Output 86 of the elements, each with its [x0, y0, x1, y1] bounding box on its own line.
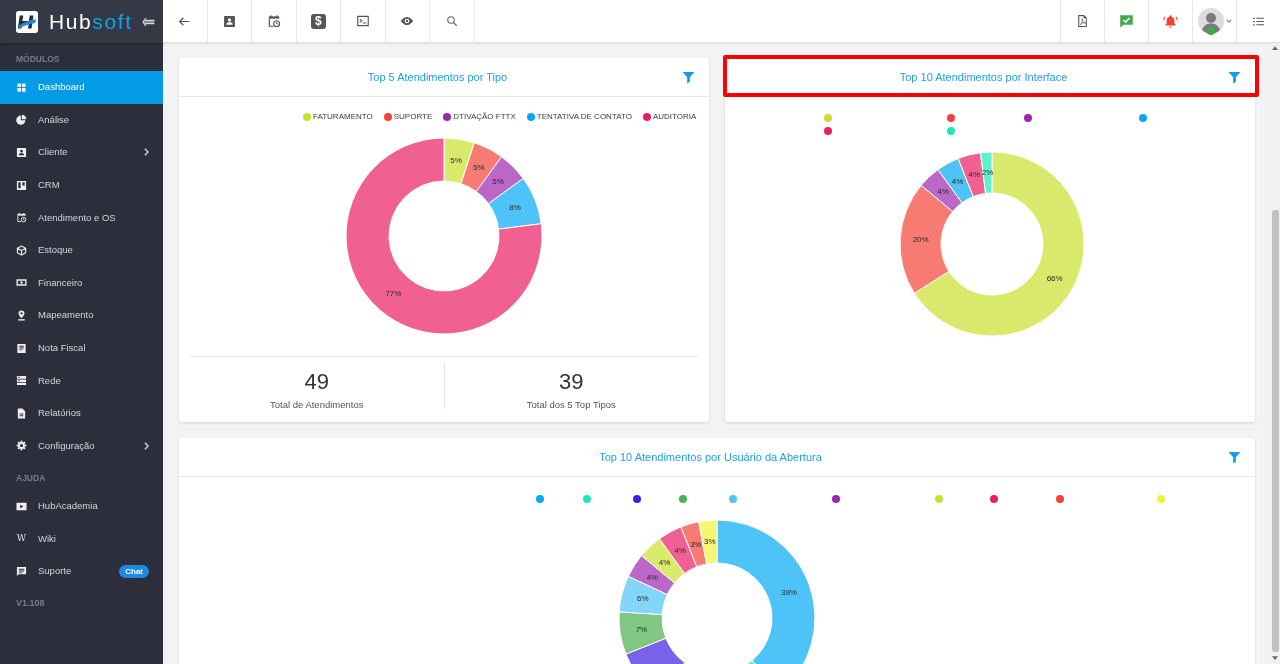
sidebar-item[interactable]: Nota Fiscal [0, 331, 163, 365]
sidebar-item[interactable]: Configuração [0, 429, 163, 463]
grid-icon [16, 81, 27, 93]
card-title: Top 10 Atendimentos por Usuário da Abertura [599, 449, 822, 465]
brand-name: Hubsoft [49, 11, 133, 32]
slice-label: 3% [689, 540, 702, 550]
chat-badge: Chat [119, 565, 149, 579]
contact-card-icon [16, 147, 27, 158]
slice-label: 77% [385, 288, 402, 298]
pie-chart-icon [16, 114, 27, 126]
slice-label: 7% [635, 625, 648, 635]
logo-icon [16, 10, 38, 33]
server-icon [16, 375, 27, 387]
sidebar-item[interactable]: Estoque [0, 233, 163, 267]
status-dot-icon [1206, 27, 1215, 35]
wiki-glyph: W [16, 532, 27, 546]
card-title: Top 5 Atendimentos por Tipo [367, 69, 508, 85]
scrollbar-thumb[interactable] [1271, 210, 1279, 652]
slice-label: 4% [674, 546, 686, 556]
slice-label: 6% [637, 594, 649, 604]
search-icon [445, 15, 458, 27]
slice-label: 5% [492, 177, 504, 187]
filter-icon[interactable] [682, 70, 695, 84]
stat-value: 39 [559, 370, 584, 394]
sidebar-item[interactable]: Rede [0, 364, 163, 397]
slice-label: 8% [509, 203, 521, 213]
slice-label: 4% [658, 557, 671, 567]
slice-label: 3% [704, 537, 716, 547]
slice-label: 39% [780, 587, 797, 597]
section-heading: AJUDA [16, 471, 46, 485]
sidebar-item[interactable]: Relatórios [0, 396, 163, 430]
terminal-icon [355, 14, 370, 28]
donut-slice [618, 575, 668, 616]
toolbar-button[interactable]: $ [296, 0, 341, 42]
slice-label: 20% [912, 235, 929, 244]
legend-label: AUDITORIA [652, 111, 697, 123]
gear-icon [16, 440, 27, 452]
contact-card-icon [222, 14, 236, 28]
legend-label: SUPORTE [393, 111, 433, 123]
sidebar-item[interactable]: Financeiro [0, 266, 163, 300]
slice-label: 4% [646, 572, 659, 582]
board-icon [16, 179, 27, 191]
video-play-icon [16, 500, 27, 512]
filter-icon[interactable] [1228, 70, 1241, 84]
collapse-menu-icon[interactable] [142, 16, 155, 27]
stat-value: 49 [304, 370, 329, 394]
eye-icon [400, 14, 415, 28]
pdf-file-icon [1076, 14, 1089, 28]
sidebar-item[interactable]: Cliente [0, 136, 163, 169]
avatar-icon [1197, 8, 1224, 34]
sidebar-item[interactable]: W Wiki [0, 522, 163, 556]
donut-slice [627, 555, 676, 596]
sidebar-item[interactable]: Atendimento e OS [0, 201, 163, 234]
sidebar-item[interactable]: CRM [0, 168, 163, 202]
slice-label: 4% [968, 170, 980, 180]
card-title: Top 10 Atendimentos por Interface [899, 69, 1068, 85]
sidebar-item[interactable]: Análise [0, 103, 163, 137]
scroll-up-icon[interactable] [1272, 46, 1278, 50]
slice-label: 5% [450, 155, 462, 165]
slice-label: 4% [951, 176, 964, 186]
bell-icon [1163, 13, 1178, 29]
chat-check-icon [1119, 13, 1134, 29]
file-icon [16, 407, 27, 419]
filter-icon[interactable] [1228, 450, 1241, 464]
legend-label: FATURAMENTO [313, 111, 373, 123]
calendar-clock-icon [266, 14, 281, 28]
stat-label: Total dos 5 Top Tipos [526, 398, 616, 412]
cube-icon [16, 244, 27, 256]
map-pin-icon [16, 309, 27, 321]
stat-label: Total de Atendimentos [270, 398, 364, 412]
sidebar-item[interactable]: HubAcademia [0, 490, 163, 523]
document-icon [16, 342, 27, 354]
slice-label: 4% [937, 187, 949, 197]
caret-down-icon [1225, 19, 1232, 23]
legend-label: DTIVAÇÃO FTTX [453, 111, 516, 123]
section-heading: MÓDULOS [16, 52, 60, 66]
calendar-clock-icon [16, 212, 27, 224]
scroll-down-icon[interactable] [1272, 656, 1278, 660]
version-label: V1.108 [16, 597, 45, 611]
banknote-icon [16, 277, 27, 289]
legend-label: TENTATIVA DE CONTATO [536, 111, 632, 123]
message-icon [16, 566, 27, 578]
sidebar-item[interactable]: Suporte Chat [0, 555, 163, 588]
sidebar-item[interactable]: Mapeamento [0, 299, 163, 332]
slice-label: 66% [1046, 273, 1063, 283]
slice-label: 5% [472, 163, 485, 173]
